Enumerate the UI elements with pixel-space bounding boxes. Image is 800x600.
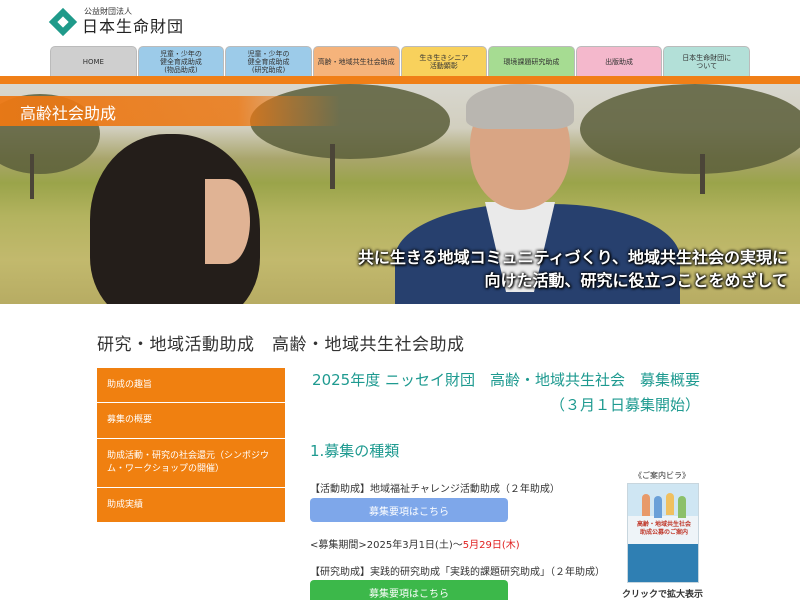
recruitment-heading-line1: 2025年度 ニッセイ財団 高齢・地域共生社会 募集概要 — [312, 371, 700, 389]
hero-title: 高齢社会助成 — [20, 104, 117, 123]
period-end: 5月29日(木) — [462, 540, 520, 551]
period-prefix: <募集期間>2025年3月1日(土)〜 — [310, 540, 463, 551]
flyer-caption[interactable]: クリックで拡大表示 — [622, 587, 712, 600]
logo-title: 日本生命財団 — [82, 17, 185, 36]
research-guidelines-button[interactable]: 募集要項はこちら — [310, 580, 508, 600]
nav-tab-about[interactable]: 日本生命財団に ついて — [663, 46, 750, 76]
flyer-label: 《ご案内ビラ》 — [634, 471, 690, 480]
hero-banner: 高齢社会助成 共に生きる地域コミュニティづくり、地域共生社会の実現に 向けた活動… — [0, 84, 800, 304]
nav-tab-senior-award[interactable]: 生き生きシニア 活動顕彰 — [400, 46, 488, 76]
nav-underline — [0, 76, 800, 84]
section-title: 1.募集の種類 — [310, 442, 400, 460]
sidebar-item-overview[interactable]: 募集の概要 — [97, 403, 285, 438]
sidebar-menu: 助成の趣旨 募集の概要 助成活動・研究の社会還元（シンポジウム・ワークショップの… — [97, 368, 285, 523]
site-header: 公益財団法人 日本生命財団 — [0, 0, 800, 46]
logo-mark-icon — [48, 7, 78, 36]
recruitment-period: <募集期間>2025年3月1日(土)〜5月29日(木) — [310, 536, 520, 551]
nav-tab-home[interactable]: HOME — [50, 46, 137, 76]
activity-guidelines-button[interactable]: 募集要項はこちら — [310, 498, 508, 522]
hero-caption: 共に生きる地域コミュニティづくり、地域共生社会の実現に 向けた活動、研究に役立つ… — [358, 246, 788, 292]
flyer-text: 高齢・地域共生社会 助成公募のご案内 — [636, 521, 691, 536]
sidebar-item-results[interactable]: 助成実績 — [97, 488, 285, 522]
logo-subtitle: 公益財団法人 — [84, 7, 132, 16]
site-logo[interactable]: 公益財団法人 日本生命財団 — [48, 7, 185, 36]
flyer-thumbnail[interactable]: 高齢・地域共生社会 助成公募のご案内 — [627, 483, 699, 583]
hero-caption-line2: 向けた活動、研究に役立つことをめざして — [484, 271, 788, 290]
hero-caption-line1: 共に生きる地域コミュニティづくり、地域共生社会の実現に — [357, 248, 788, 267]
sidebar-item-social-return[interactable]: 助成活動・研究の社会還元（シンポジウム・ワークショップの開催） — [97, 439, 285, 487]
nav-tab-aging-society[interactable]: 高齢・地域共生社会助成 — [312, 46, 400, 76]
nav-tab-youth-goods[interactable]: 児童・少年の 健全育成助成 (物品助成) — [137, 46, 225, 76]
main-nav: HOME 児童・少年の 健全育成助成 (物品助成) 児童・少年の 健全育成助成 … — [50, 46, 750, 76]
nav-tab-environment[interactable]: 環境課題研究助成 — [488, 46, 575, 76]
activity-grant-label: 【活動助成】地域福祉チャレンジ活動助成（２年助成） — [310, 484, 560, 495]
nav-tab-publishing[interactable]: 出版助成 — [575, 46, 663, 76]
nav-tab-youth-research[interactable]: 児童・少年の 健全育成助成 (研究助成) — [225, 46, 312, 76]
recruitment-heading-line2: （３月１日募集開始） — [549, 396, 700, 414]
sidebar-item-purpose[interactable]: 助成の趣旨 — [97, 368, 285, 402]
page-title: 研究・地域活動助成 高齢・地域共生社会助成 — [97, 335, 465, 355]
recruitment-heading: 2025年度 ニッセイ財団 高齢・地域共生社会 募集概要 （３月１日募集開始） — [300, 368, 700, 418]
research-grant-label: 【研究助成】実践的研究助成「実践的課題研究助成」（２年助成） — [310, 567, 605, 578]
